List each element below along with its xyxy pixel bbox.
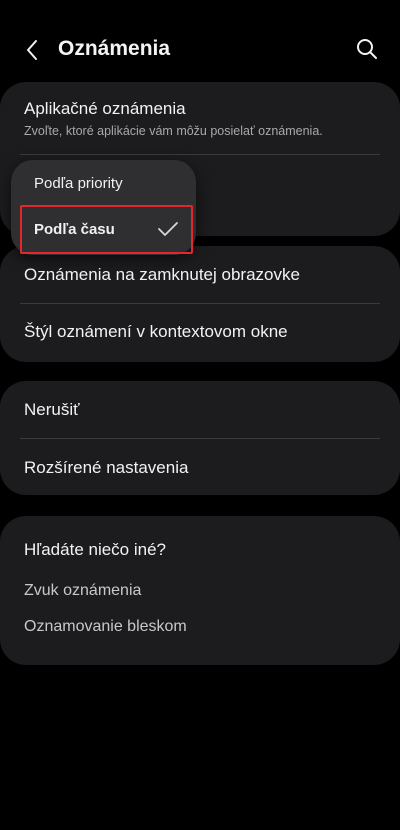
divider <box>20 154 380 155</box>
suggestions-title: Hľadáte niečo iné? <box>24 539 380 561</box>
app-notifications-label: Aplikačné oznámenia <box>24 99 186 118</box>
suggestions-card: Hľadáte niečo iné? Zvuk oznámenia Oznamo… <box>0 516 400 665</box>
flash-notification-link[interactable]: Oznamovanie bleskom <box>24 616 380 638</box>
notification-sound-link[interactable]: Zvuk oznámenia <box>24 580 380 602</box>
flash-notification-label: Oznamovanie bleskom <box>24 618 187 635</box>
search-icon <box>357 39 377 59</box>
sort-option-priority[interactable]: Podľa priority <box>34 174 123 194</box>
notification-sound-label: Zvuk oznámenia <box>24 582 142 599</box>
advanced-settings-item[interactable]: Rozšírené nastavenia <box>24 457 380 479</box>
lockscreen-card: Oznámenia na zamknutej obrazovke Štýl oz… <box>0 246 400 362</box>
settings-card: Nerušiť Rozšírené nastavenia <box>0 381 400 495</box>
sort-option-time[interactable]: Podľa času <box>34 220 115 240</box>
divider <box>20 438 380 439</box>
sort-popup-menu: Podľa priority Podľa času <box>11 160 196 255</box>
divider <box>20 303 380 304</box>
chevron-left-icon <box>27 40 37 60</box>
app-notifications-item[interactable]: Aplikačné oznámenia Zvoľte, ktoré apliká… <box>24 98 380 139</box>
app-notifications-sublabel: Zvoľte, ktoré aplikácie vám môžu posiela… <box>24 124 323 138</box>
do-not-disturb-item[interactable]: Nerušiť <box>24 399 380 421</box>
page-title: Oznámenia <box>58 37 171 60</box>
back-button[interactable] <box>18 36 46 64</box>
lockscreen-notifications-label: Oznámenia na zamknutej obrazovke <box>24 265 300 284</box>
checkmark-icon <box>158 222 178 236</box>
do-not-disturb-label: Nerušiť <box>24 400 80 419</box>
popup-style-label: Štýl oznámení v kontextovom okne <box>24 322 288 341</box>
lockscreen-notifications-item[interactable]: Oznámenia na zamknutej obrazovke <box>24 264 380 286</box>
suggestions-title-text: Hľadáte niečo iné? <box>24 540 167 559</box>
popup-style-item[interactable]: Štýl oznámení v kontextovom okne <box>24 321 380 343</box>
advanced-settings-label: Rozšírené nastavenia <box>24 458 189 477</box>
search-button[interactable] <box>354 36 380 62</box>
